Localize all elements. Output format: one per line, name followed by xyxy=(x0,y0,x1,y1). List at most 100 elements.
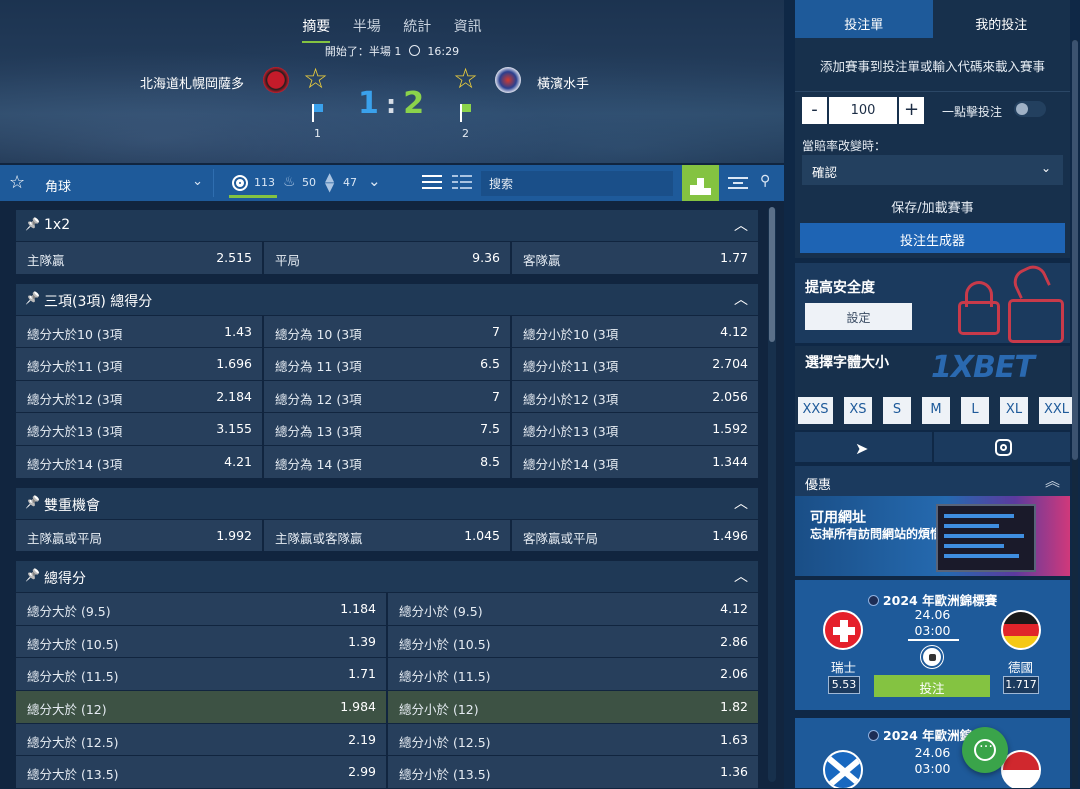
pin-icon[interactable]: 📌 xyxy=(25,495,40,509)
outcome-label: 總分大於 (9.5) xyxy=(27,604,111,620)
away-team-name[interactable]: 橫濱水手 xyxy=(537,73,589,92)
podium-icon[interactable] xyxy=(682,165,719,201)
chevron-up-icon[interactable]: ︿ xyxy=(734,289,748,309)
tab-betslip[interactable]: 投注單 xyxy=(795,0,933,38)
odds-cell[interactable]: 總分為 11 (3項 6.5 xyxy=(264,348,510,380)
market-group-header[interactable]: 📌 三項(3項) 總得分 ︿ xyxy=(16,283,758,315)
tab-info[interactable]: 資訊 xyxy=(454,16,482,41)
social-links: ➤ xyxy=(795,432,1070,462)
sidebar-scrollbar[interactable] xyxy=(1072,40,1078,789)
outcome-label: 總分小於 (10.5) xyxy=(399,636,491,652)
odds-cell[interactable]: 總分小於12 (3項 2.056 xyxy=(512,380,758,413)
odds-cell[interactable]: 總分為 14 (3項 8.5 xyxy=(264,445,510,478)
odds-cell[interactable]: 主隊贏或客隊贏 1.045 xyxy=(264,519,510,552)
odds-cell[interactable]: 總分大於 (9.5) 1.184 xyxy=(16,593,386,625)
odds-cell[interactable]: 總分大於11 (3項 1.696 xyxy=(16,348,262,380)
odds-cell[interactable]: 總分大於 (12.5) 2.19 xyxy=(16,723,386,756)
save-load-link[interactable]: 保存/加載賽事 xyxy=(795,197,1070,216)
away-odd[interactable]: 1.717 xyxy=(1003,676,1039,694)
chevron-up-icon[interactable]: ︿ xyxy=(734,493,748,513)
chat-button[interactable] xyxy=(962,727,1008,773)
star-icon[interactable]: ☆ xyxy=(453,65,478,93)
font-size-xl[interactable]: XL xyxy=(1000,397,1028,424)
font-size-s[interactable]: S xyxy=(883,397,911,424)
odds-cell[interactable]: 總分小於14 (3項 1.344 xyxy=(512,445,758,478)
stake-decrease-button[interactable]: - xyxy=(802,97,827,124)
chevron-up-icon[interactable]: ︿ xyxy=(734,215,748,235)
font-size-xxl[interactable]: XXL xyxy=(1039,397,1074,424)
odds-cell[interactable]: 客隊贏或平局 1.496 xyxy=(512,519,758,552)
odds-cell[interactable]: 總分大於13 (3項 3.155 xyxy=(16,413,262,445)
odds-cell[interactable]: 總分大於10 (3項 1.43 xyxy=(16,315,262,348)
chevron-down-icon[interactable]: ⌄ xyxy=(368,172,381,190)
markets-scrollbar[interactable] xyxy=(768,207,776,782)
odds-cell[interactable]: 總分小於 (11.5) 2.06 xyxy=(388,658,758,690)
odds-cell[interactable]: 總分大於 (10.5) 1.39 xyxy=(16,625,386,658)
odds-cell[interactable]: 總分小於 (13.5) 1.36 xyxy=(388,756,758,788)
telegram-button[interactable]: ➤ xyxy=(795,432,932,462)
odds-cell[interactable]: 總分為 10 (3項 7 xyxy=(264,315,510,348)
stake-input[interactable] xyxy=(829,97,897,124)
star-icon[interactable]: ☆ xyxy=(303,65,328,93)
odds-cell[interactable]: 總分大於14 (3項 4.21 xyxy=(16,445,262,478)
odds-cell[interactable]: 主隊贏 2.515 xyxy=(16,242,262,274)
tab-stats[interactable]: 統計 xyxy=(403,16,431,41)
list-view-icon[interactable] xyxy=(422,175,442,191)
one-click-toggle[interactable] xyxy=(1014,101,1046,117)
pin-icon[interactable]: 📌 xyxy=(25,217,40,231)
home-team-name[interactable]: 北海道札幌岡薩多 xyxy=(140,73,244,92)
pin-icon[interactable]: 📌 xyxy=(25,291,40,305)
odds-cell[interactable]: 總分小於11 (3項 2.704 xyxy=(512,348,758,380)
font-size-l[interactable]: L xyxy=(961,397,989,424)
away-flag-icon xyxy=(460,104,472,122)
stake-increase-button[interactable]: + xyxy=(899,97,924,124)
market-group-header[interactable]: 📌 總得分 ︿ xyxy=(16,561,758,593)
compact-view-icon[interactable] xyxy=(452,175,472,191)
chevron-up-icon[interactable]: ︿ xyxy=(734,566,748,586)
odds-cell[interactable]: 總分大於 (11.5) 1.71 xyxy=(16,658,386,690)
fire-icon[interactable]: ♨ xyxy=(283,174,296,190)
odds-cell[interactable]: 平局 9.36 xyxy=(264,242,510,274)
market-select[interactable]: 角球 ⌄ xyxy=(34,169,214,197)
odds-cell[interactable]: 總分小於13 (3項 1.592 xyxy=(512,413,758,445)
odds-cell[interactable]: 總分小於10 (3項 4.12 xyxy=(512,315,758,348)
scoreboard: 1:2 xyxy=(358,86,425,121)
font-size-xxs[interactable]: XXS xyxy=(798,397,833,424)
bet-button[interactable]: 投注 xyxy=(874,675,990,697)
table-icon[interactable] xyxy=(728,177,748,189)
odds-cell[interactable]: 總分大於 (12) 1.984 xyxy=(16,690,386,723)
pin-icon[interactable]: 📌 xyxy=(25,568,40,582)
odds-cell[interactable]: 總分小於 (9.5) 4.12 xyxy=(388,593,758,625)
outcome-label: 總分大於14 (3項 xyxy=(27,456,123,472)
odds-cell[interactable]: 主隊贏或平局 1.992 xyxy=(16,519,262,552)
font-size-xs[interactable]: XS xyxy=(844,397,872,424)
odds-cell[interactable]: 總分大於12 (3項 2.184 xyxy=(16,380,262,413)
moves-count: 47 xyxy=(343,176,357,189)
market-group-header[interactable]: 📌 1x2 ︿ xyxy=(16,210,758,241)
odds-move-icon[interactable]: ▲ ▼ xyxy=(325,171,334,193)
home-odd[interactable]: 5.53 xyxy=(828,676,860,694)
favorite-star-icon[interactable]: ☆ xyxy=(9,172,25,193)
bet-generator-button[interactable]: 投注生成器 xyxy=(800,223,1065,253)
odds-cell[interactable]: 總分為 13 (3項 7.5 xyxy=(264,413,510,445)
target-icon[interactable] xyxy=(232,175,248,191)
tab-my-bets[interactable]: 我的投注 xyxy=(932,0,1070,38)
market-group-header[interactable]: 📌 雙重機會 ︿ xyxy=(16,487,758,519)
odds-change-select[interactable]: 確認 ⌄ xyxy=(802,155,1063,185)
odds-cell[interactable]: 總分小於 (10.5) 2.86 xyxy=(388,625,758,658)
tab-half[interactable]: 半場 xyxy=(353,16,381,41)
odds-cell[interactable]: 總分大於 (13.5) 2.99 xyxy=(16,756,386,788)
odds-cell[interactable]: 客隊贏 1.77 xyxy=(512,242,758,274)
instagram-button[interactable] xyxy=(933,432,1070,462)
promo-banner[interactable]: 可用網址 忘掉所有訪問網站的煩惱吧！ xyxy=(795,496,1070,576)
football-icon xyxy=(868,730,879,741)
font-size-m[interactable]: M xyxy=(922,397,950,424)
security-settings-button[interactable]: 設定 xyxy=(805,303,912,330)
tab-summary[interactable]: 摘要 xyxy=(302,16,331,43)
search-input[interactable] xyxy=(481,171,673,196)
pin-icon[interactable]: ⚲ xyxy=(760,173,770,189)
promo-header[interactable]: 優惠 ︽ xyxy=(795,466,1070,496)
odds-cell[interactable]: 總分小於 (12) 1.82 xyxy=(388,690,758,723)
odds-cell[interactable]: 總分小於 (12.5) 1.63 xyxy=(388,723,758,756)
odds-cell[interactable]: 總分為 12 (3項 7 xyxy=(264,380,510,413)
